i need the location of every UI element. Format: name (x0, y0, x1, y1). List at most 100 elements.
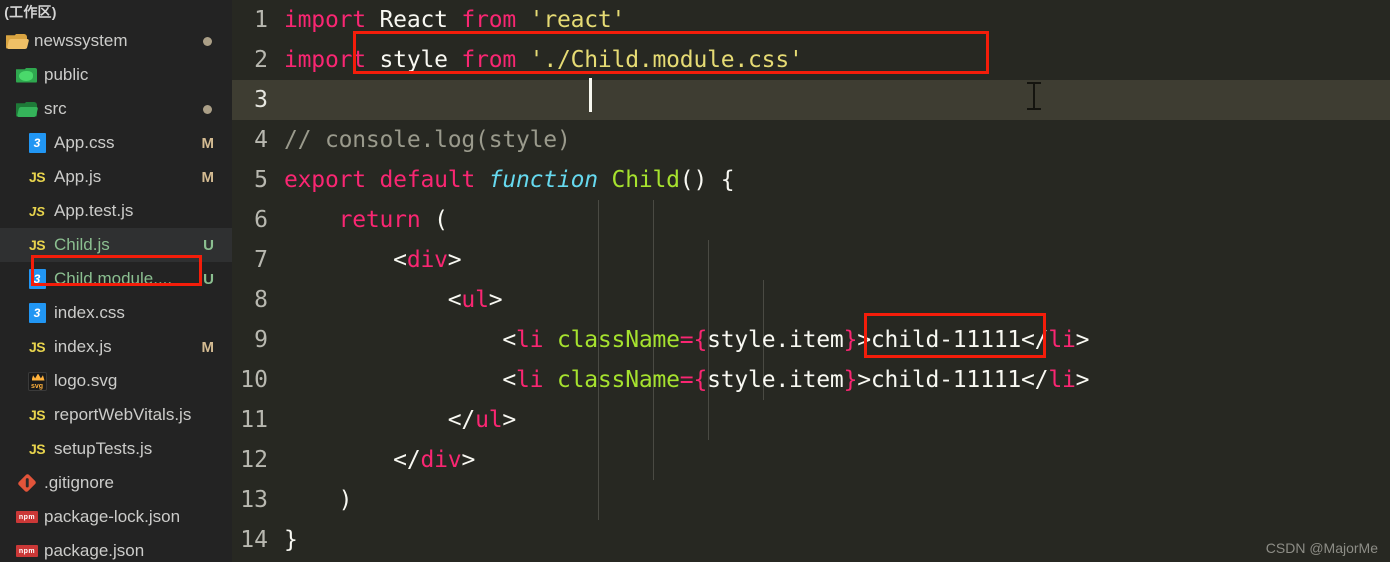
tree-item-package-json[interactable]: npm package.json (0, 534, 232, 562)
tree-item-app-css[interactable]: 3 App.css M (0, 126, 232, 160)
code-token: 'react' (529, 7, 626, 33)
line-number: 11 (240, 407, 268, 433)
code-line[interactable]: 10 <li className={style.item}>child-1111… (232, 360, 1390, 400)
npm-file-icon: npm (14, 540, 40, 562)
git-status-badge: M (201, 338, 215, 356)
text-caret (589, 78, 592, 112)
indent-guide (598, 200, 599, 520)
line-number: 13 (240, 487, 268, 513)
code-line[interactable]: 13 ) (232, 480, 1390, 520)
code-token: from (461, 47, 530, 73)
code-token: </ (284, 407, 476, 433)
tree-item-index-js[interactable]: JS index.js M (0, 330, 232, 364)
code-editor[interactable]: 1 import React from 'react' 2 import style … (232, 0, 1390, 562)
javascript-file-icon: JS (28, 407, 46, 423)
code-line[interactable]: 6 return ( (232, 200, 1390, 240)
tree-item-label: setupTests.js (54, 439, 153, 458)
tree-item-package-lock-json[interactable]: npm package-lock.json (0, 500, 232, 534)
code-text: <li className={style.item}>child-11111</… (284, 327, 1089, 353)
code-text: // console.log(style) (284, 127, 571, 153)
explorer-sidebar: 题 (工作区) newssystempublicsrc3App.cssMJSAp… (0, 0, 232, 562)
code-line[interactable]: 2 import style from './Child.module.css' (232, 40, 1390, 80)
code-text: <ul> (284, 287, 503, 313)
code-token: </ (284, 447, 421, 473)
code-line[interactable]: 8 <ul> (232, 280, 1390, 320)
code-line[interactable]: 14} (232, 520, 1390, 560)
line-number: 8 (254, 287, 268, 313)
tree-item-label: newssystem (34, 31, 128, 50)
code-text: } (284, 527, 298, 553)
code-token: import (284, 47, 380, 73)
mouse-ibeam-cursor (1027, 82, 1041, 110)
svg-file-icon: svg (24, 370, 50, 392)
code-line[interactable]: 3 (232, 80, 1390, 120)
code-line[interactable]: 5 export default function Child() { (232, 160, 1390, 200)
tree-item-index-css[interactable]: 3 index.css (0, 296, 232, 330)
javascript-test-icon: JS (29, 203, 45, 219)
code-token: import (284, 7, 380, 33)
code-text: </ul> (284, 407, 516, 433)
line-number: 9 (254, 327, 268, 353)
tree-item-src[interactable]: src (0, 92, 232, 126)
code-token: li (516, 367, 544, 393)
tree-item-gitignore[interactable]: .gitignore (0, 466, 232, 500)
tree-item-logo-svg[interactable]: svg logo.svg (0, 364, 232, 398)
tree-item-child-module[interactable]: 3 Child.module.... U (0, 262, 232, 296)
code-text: return ( (284, 207, 448, 233)
tree-item-public[interactable]: public (0, 58, 232, 92)
code-token: } (843, 367, 858, 393)
tree-item-label: .gitignore (44, 473, 114, 492)
code-token: > (488, 287, 503, 313)
code-token: div (420, 447, 462, 473)
code-token: from (461, 7, 530, 33)
code-token: style.item (707, 327, 844, 353)
code-token: > (447, 247, 462, 273)
git-status-badge: U (203, 236, 214, 254)
tree-item-app-js[interactable]: JS App.js M (0, 160, 232, 194)
code-line[interactable]: 9 <li className={style.item}>child-11111… (232, 320, 1390, 360)
css3-file-icon: 3 (24, 132, 50, 154)
code-token: li (516, 327, 544, 353)
tree-item-setuptests-js[interactable]: JS setupTests.js (0, 432, 232, 466)
code-line[interactable]: 11 </ul> (232, 400, 1390, 440)
code-token: li (1048, 367, 1076, 393)
line-number: 3 (254, 87, 268, 113)
code-token: > (461, 447, 476, 473)
code-token: ul (461, 287, 489, 313)
code-text: </div> (284, 447, 475, 473)
code-token: < (284, 287, 462, 313)
javascript-file-icon: JS (28, 237, 46, 253)
git-status-badge: U (203, 270, 214, 288)
line-number: 7 (254, 247, 268, 273)
javascript-file-icon: JS (28, 169, 46, 185)
file-tree: newssystem public src 3 App.css M JS App.js M JS A… (0, 24, 232, 562)
css3-file-icon: 3 (24, 302, 50, 324)
line-number: 6 (254, 207, 268, 233)
code-token: style (379, 47, 462, 73)
tree-item-reportwebvitals-js[interactable]: JS reportWebVitals.js (0, 398, 232, 432)
git-status-badge: M (201, 134, 215, 152)
code-token: ( (420, 207, 448, 233)
tree-item-child-js[interactable]: JS Child.js U (0, 228, 232, 262)
line-number: 5 (254, 167, 268, 193)
css3-file-icon: 3 (24, 268, 50, 290)
tree-item-newssystem[interactable]: newssystem (0, 24, 232, 58)
code-line[interactable]: 12 </div> (232, 440, 1390, 480)
code-content[interactable]: 1 import React from 'react' 2 import style … (232, 0, 1390, 560)
code-line[interactable]: 1 import React from 'react' (232, 0, 1390, 40)
javascript-file-icon: JS (28, 441, 46, 457)
code-text: import React from 'react' (284, 7, 625, 33)
code-token: () { (679, 167, 735, 193)
line-number: 2 (254, 47, 268, 73)
code-line[interactable]: 7 <div> (232, 240, 1390, 280)
code-token: './Child.module.css' (529, 47, 803, 73)
code-line[interactable]: 4 // console.log(style) (232, 120, 1390, 160)
code-token: // console.log(style) (284, 127, 571, 153)
tree-item-app-test-js[interactable]: JS App.test.js (0, 194, 232, 228)
git-file-icon (14, 472, 40, 494)
line-number: 12 (240, 447, 268, 473)
code-token: } (843, 327, 858, 353)
tree-item-label: Child.module.... (54, 269, 173, 288)
